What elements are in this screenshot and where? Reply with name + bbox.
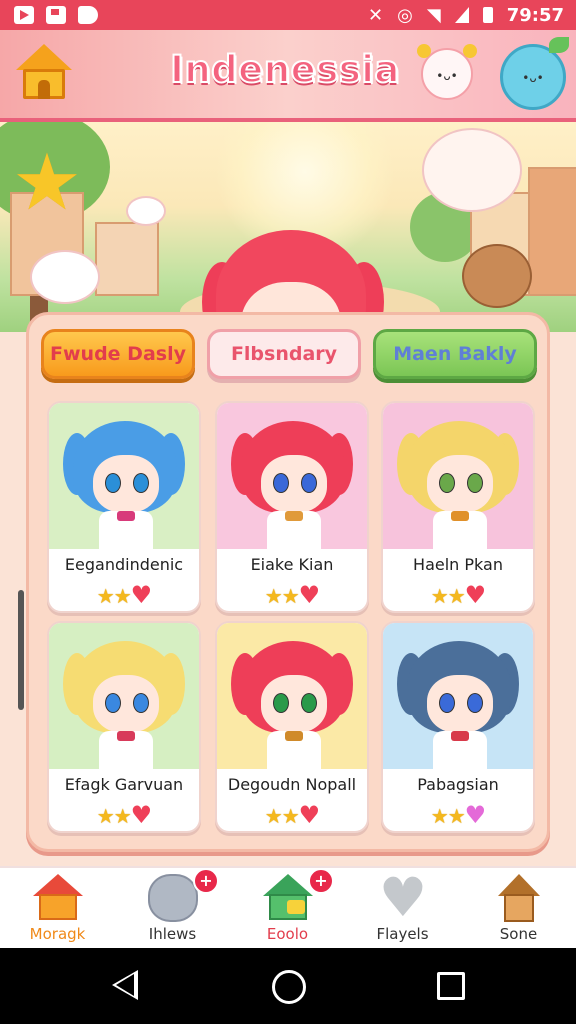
hut-icon [494,874,544,922]
heart-icon[interactable]: ♥ [131,801,152,829]
star-icon: ★ [430,584,449,608]
star-icon: ★ [264,584,283,608]
nav-label: Eoolo [266,925,309,943]
house-star-icon [263,874,313,922]
heart-icon[interactable]: ♥ [299,581,320,609]
star-icon: ★ [281,584,300,608]
character-portrait [49,403,199,549]
rating: ★★♥ [49,801,199,829]
cloud-mascot-icon [126,196,166,226]
back-icon[interactable] [112,970,138,1000]
building-illustration [528,167,576,296]
character-name: Degoudn Nopall [227,775,357,794]
tab-main[interactable]: Maen Bakly [373,329,537,379]
character-name: Pabagsian [417,775,499,794]
home-icon [16,44,72,70]
clock: 79:57 [506,4,564,26]
drawer-handle[interactable] [18,590,24,710]
recents-icon[interactable] [437,972,465,1000]
home-circle-icon[interactable] [272,970,306,1004]
hero-scene: ★ [0,122,576,332]
star-icon: ★ [96,804,115,828]
heart-icon[interactable]: ♥ [465,581,486,609]
heart-icon: ♥ [378,866,428,929]
rating: ★★♥ [383,581,533,609]
character-portrait [217,403,367,549]
nav-item-players[interactable]: ♥ Flayels [345,868,460,950]
d-icon [78,6,98,24]
character-card[interactable]: Eegandindenic ★★♥ [47,401,201,613]
wifi-icon: ◥ [426,4,441,26]
star-icon: ★ [113,584,132,608]
bear-mascot-icon [462,244,532,308]
star-icon: ★ [113,804,132,828]
star-mascot-icon: ★ [12,138,82,228]
app-header: Indenessia •ᴗ• •ᴗ• [0,30,576,122]
rating: ★★♥ [49,581,199,609]
battery-icon [482,7,493,23]
character-portrait [49,623,199,769]
character-name: Eegandindenic [64,555,184,574]
nav-label: Flayels [376,925,429,943]
character-portrait [383,623,533,769]
system-nav-bar [0,948,576,1024]
character-name: Eiake Kian [250,555,334,574]
tab-secondary[interactable]: Flbsndary [207,329,361,379]
close-icon: ✕ [368,4,384,26]
star-icon: ★ [430,804,449,828]
save-icon [46,6,66,24]
star-icon: ★ [447,804,466,828]
nav-item-eoolo[interactable]: + Eoolo [230,868,345,950]
signal-icon [454,7,469,23]
nav-label: Moragk [29,925,86,943]
play-icon [14,6,34,24]
cloud-icon [148,874,198,922]
nav-item-sone[interactable]: Sone [461,868,576,950]
character-portrait [383,403,533,549]
character-card[interactable]: Haeln Pkan ★★♥ [381,401,535,613]
character-card[interactable]: Eiake Kian ★★♥ [215,401,369,613]
home-button[interactable] [16,44,72,100]
rating: ★★♥ [217,801,367,829]
star-icon: ★ [281,804,300,828]
mascot-icon[interactable]: •ᴗ• [417,44,477,100]
character-portrait [217,623,367,769]
notification-badge: + [193,868,219,894]
character-name: Haeln Pkan [413,555,503,574]
tab-bar: Fwude Dasly Flbsndary Maen Bakly [41,329,537,381]
character-card[interactable]: Efagk Garvuan ★★♥ [47,621,201,833]
star-icon: ★ [96,584,115,608]
ghost-mascot-icon [422,128,522,212]
tab-daily[interactable]: Fwude Dasly [41,329,195,379]
heart-icon[interactable]: ♥ [131,581,152,609]
character-card[interactable]: Pabagsian ★★♥ [381,621,535,833]
rating: ★★♥ [383,801,533,829]
building-illustration [95,222,159,296]
notification-badge: + [308,868,334,894]
heart-icon[interactable]: ♥ [299,801,320,829]
heart-icon[interactable]: ♥ [465,801,486,829]
page-title: Indenessia [169,47,400,92]
home-icon [33,874,83,922]
star-icon: ★ [264,804,283,828]
alarm-icon: ◎ [397,4,413,26]
star-icon: ★ [447,584,466,608]
character-card[interactable]: Degoudn Nopall ★★♥ [215,621,369,833]
nav-item-news[interactable]: + Ihlews [115,868,230,950]
cloud-mascot-icon [30,250,100,304]
bottom-nav: Moragk + Ihlews + Eoolo ♥ Flayels Sone [0,866,576,950]
blob-mascot-icon[interactable]: •ᴗ• [500,37,569,110]
nav-item-home[interactable]: Moragk [0,868,115,950]
character-panel: Fwude Dasly Flbsndary Maen Bakly Eegandi… [26,312,550,852]
status-bar: ✕ ◎ ◥ 79:57 [0,0,576,30]
rating: ★★♥ [217,581,367,609]
character-name: Efagk Garvuan [64,775,184,794]
nav-label: Sone [499,925,538,943]
nav-label: Ihlews [148,925,197,943]
